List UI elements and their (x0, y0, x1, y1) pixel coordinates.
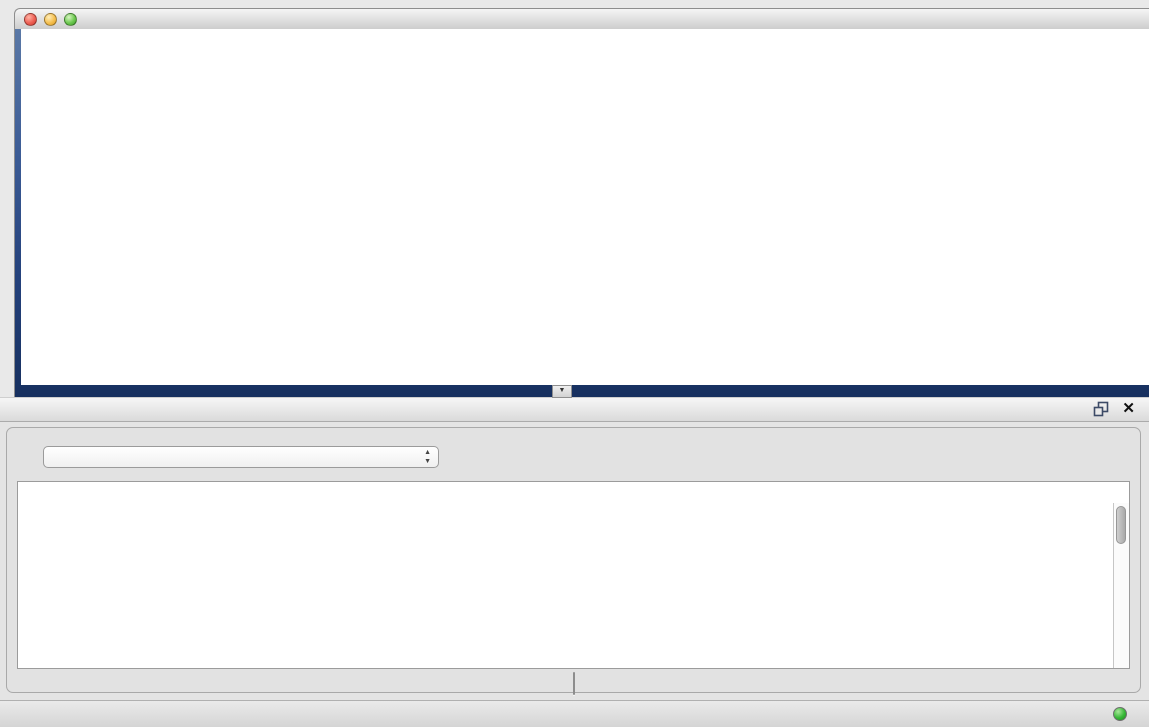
desktop: { "window": { "title": "citations_edges.… (0, 0, 1149, 727)
combo-arrows-icon: ▲▼ (424, 448, 431, 466)
float-panel-icon[interactable] (1093, 401, 1109, 417)
table-panel-header: ✕ (0, 397, 1149, 422)
table-toolbar: ▲▼ (23, 442, 439, 472)
status-bar (0, 700, 1149, 727)
memory-status-icon (1113, 707, 1127, 721)
table-select-combo[interactable]: ▲▼ (43, 446, 439, 468)
table-type-tabs (573, 672, 575, 695)
network-canvas[interactable] (21, 29, 1149, 385)
close-panel-icon[interactable]: ✕ (1122, 401, 1135, 417)
minimize-window-button[interactable] (44, 13, 57, 26)
network-window (14, 8, 1149, 397)
table-vertical-scrollbar[interactable] (1113, 503, 1129, 668)
scrollbar-thumb[interactable] (1116, 506, 1126, 544)
close-window-button[interactable] (24, 13, 37, 26)
zoom-window-button[interactable] (64, 13, 77, 26)
window-titlebar[interactable] (14, 8, 1149, 31)
table-panel: ✕ ▲▼ (0, 397, 1149, 700)
citation-network-graph[interactable] (21, 29, 1149, 385)
node-table (17, 481, 1130, 669)
split-pane-divider-handle[interactable]: ▼ (552, 385, 572, 398)
table-panel-body: ▲▼ (6, 427, 1141, 693)
network-viewport (14, 29, 1149, 397)
